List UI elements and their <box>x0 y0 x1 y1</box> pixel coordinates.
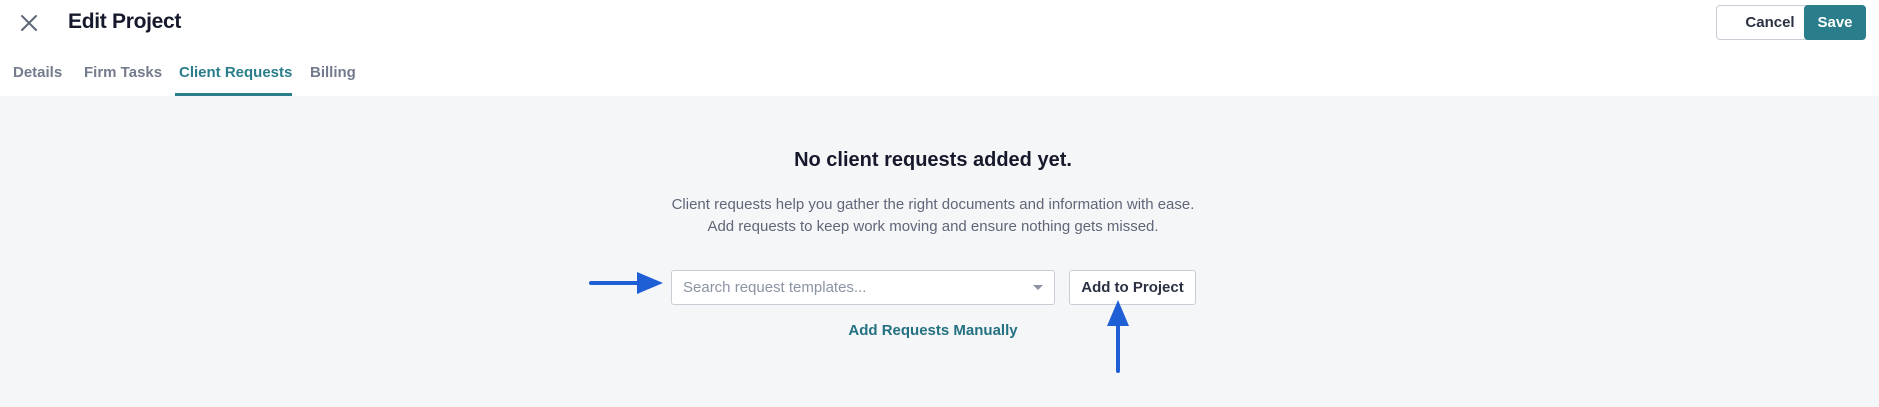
chevron-down-icon[interactable] <box>1033 285 1043 290</box>
page-title: Edit Project <box>68 10 182 33</box>
add-to-project-button[interactable]: Add to Project <box>1069 270 1196 305</box>
tab-bar: Details Firm Tasks Client Requests Billi… <box>0 56 1879 96</box>
close-button[interactable] <box>14 8 44 38</box>
tab-client-requests[interactable]: Client Requests <box>179 64 292 81</box>
header-bar: Edit Project Cancel Save <box>0 0 1879 56</box>
empty-state-description-line-2: Add requests to keep work moving and ens… <box>707 218 1159 235</box>
tab-billing[interactable]: Billing <box>310 64 356 81</box>
add-requests-manually-container: Add Requests Manually <box>0 322 1866 339</box>
arrow-right-icon <box>589 272 663 294</box>
search-input[interactable] <box>672 271 1012 304</box>
empty-state-heading: No client requests added yet. <box>794 149 1072 171</box>
empty-state-description-line-1: Client requests help you gather the righ… <box>671 196 1195 213</box>
add-requests-manually-link[interactable]: Add Requests Manually <box>848 322 1017 339</box>
save-button[interactable]: Save <box>1804 5 1866 40</box>
empty-state-panel: No client requests added yet. Client req… <box>0 96 1879 407</box>
arrow-up-icon <box>1107 300 1129 373</box>
request-template-search[interactable] <box>671 270 1055 305</box>
close-icon <box>21 15 37 31</box>
tab-details[interactable]: Details <box>13 64 62 81</box>
tab-firm-tasks[interactable]: Firm Tasks <box>84 64 162 81</box>
